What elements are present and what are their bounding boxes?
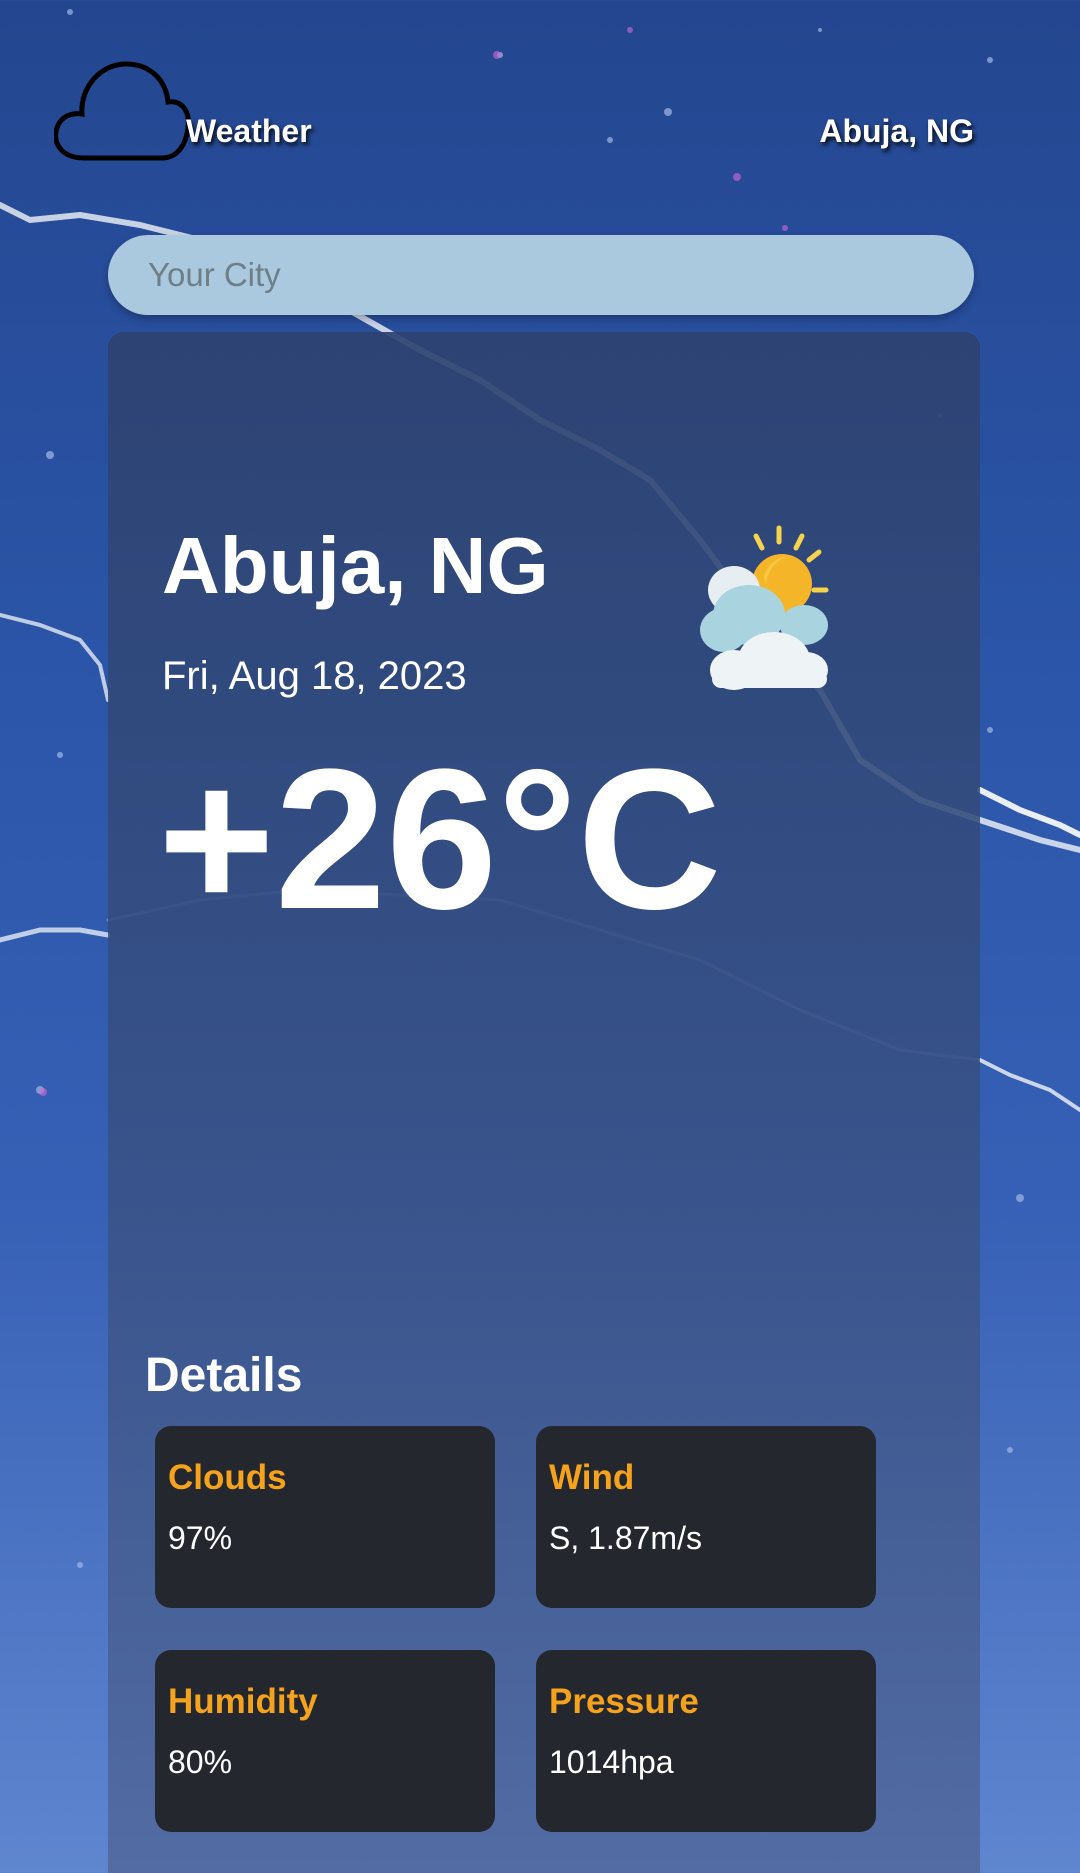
- details-heading: Details: [145, 1349, 303, 1402]
- detail-tile-wind: Wind S, 1.87m/s: [536, 1426, 876, 1608]
- detail-label: Wind: [549, 1458, 635, 1497]
- detail-label: Pressure: [549, 1682, 699, 1721]
- app-title: Weather: [186, 113, 312, 149]
- temperature-reading: +26°C: [158, 728, 722, 951]
- header-location: Abuja, NG: [819, 113, 974, 149]
- detail-value: S, 1.87m/s: [549, 1520, 702, 1556]
- detail-tile-humidity: Humidity 80%: [155, 1650, 495, 1832]
- city-name: Abuja, NG: [162, 521, 549, 610]
- detail-value: 1014hpa: [549, 1744, 674, 1780]
- detail-tile-pressure: Pressure 1014hpa: [536, 1650, 876, 1832]
- partly-cloudy-sun-icon: [700, 525, 829, 690]
- app-header: Weather Abuja, NG: [0, 0, 1080, 220]
- detail-value: 80%: [168, 1744, 233, 1780]
- city-search-input[interactable]: [108, 235, 974, 315]
- detail-tile-clouds: Clouds 97%: [155, 1426, 495, 1608]
- current-date: Fri, Aug 18, 2023: [162, 654, 467, 698]
- cloud-outline-icon: [54, 61, 191, 161]
- detail-label: Clouds: [168, 1458, 287, 1497]
- detail-label: Humidity: [168, 1682, 318, 1721]
- detail-value: 97%: [168, 1520, 233, 1556]
